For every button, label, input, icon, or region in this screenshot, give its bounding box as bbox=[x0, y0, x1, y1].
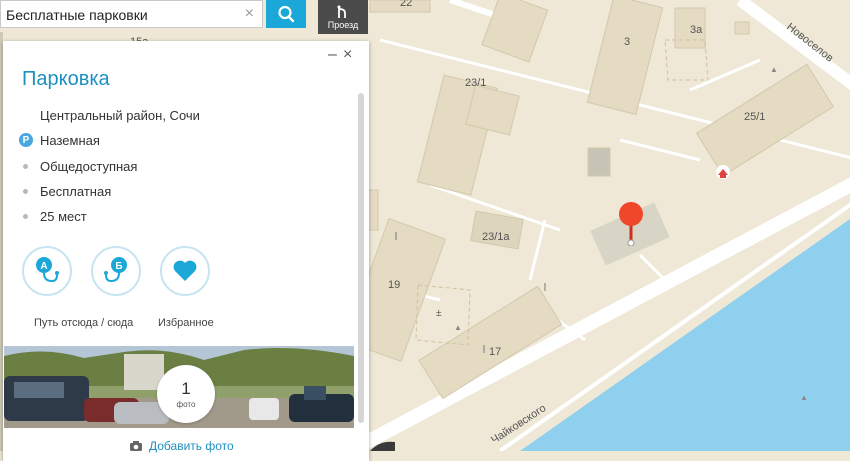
route-action-label[interactable]: Путь отсюда / сюда bbox=[34, 317, 133, 329]
point-a-icon: А bbox=[36, 257, 59, 283]
location-pin-icon[interactable] bbox=[615, 200, 647, 246]
map-building-number: 17 bbox=[489, 346, 501, 358]
search-input[interactable] bbox=[6, 5, 236, 25]
bullet-icon bbox=[23, 188, 28, 194]
beach-icon: ▲ bbox=[800, 393, 808, 402]
map-building-number: 19 bbox=[388, 279, 400, 291]
clear-search-button[interactable]: × bbox=[245, 4, 254, 24]
map-building-number: 23/1 bbox=[465, 77, 486, 89]
detail-address: Центральный район, Сочи bbox=[40, 107, 200, 123]
close-card-button[interactable]: × bbox=[343, 47, 352, 63]
minimize-card-button[interactable]: – bbox=[328, 47, 337, 63]
search-button[interactable] bbox=[266, 0, 306, 28]
favorites-action-label[interactable]: Избранное bbox=[158, 317, 214, 329]
detail-type: P Наземная bbox=[19, 131, 100, 149]
bullet-icon bbox=[23, 163, 28, 169]
route-icon bbox=[337, 5, 346, 18]
point-b-icon: Б bbox=[104, 257, 127, 283]
search-bar: × bbox=[0, 0, 263, 28]
parking-icon: P bbox=[19, 133, 33, 147]
search-icon bbox=[278, 5, 295, 23]
detail-capacity: 25 мест bbox=[22, 207, 87, 225]
route-from-here-button[interactable]: А bbox=[22, 246, 72, 296]
place-title: Парковка bbox=[22, 68, 110, 90]
monument-icon: ± bbox=[436, 308, 442, 319]
bullet-icon bbox=[23, 213, 28, 219]
map-building-number: 22 bbox=[400, 0, 412, 9]
photo-count: 1 bbox=[181, 378, 191, 398]
card-scrollbar[interactable] bbox=[358, 93, 364, 423]
photo-count-badge[interactable]: 1 фото bbox=[157, 365, 215, 423]
camera-icon bbox=[130, 441, 142, 451]
photo-count-word: фото bbox=[176, 399, 196, 409]
place-card: – × Парковка Центральный район, Сочи P Н… bbox=[3, 41, 369, 461]
map-building-number: 3 bbox=[624, 36, 630, 48]
map-building-number: 25/1 bbox=[744, 111, 765, 123]
playground-icon: ▲ bbox=[454, 323, 462, 332]
svg-text:А: А bbox=[40, 261, 47, 272]
poi-icon[interactable] bbox=[716, 165, 730, 179]
map-building-number: 23/1а bbox=[482, 231, 510, 243]
route-button-label: Проезд bbox=[327, 19, 359, 30]
route-to-here-button[interactable]: Б bbox=[91, 246, 141, 296]
add-to-favorites-button[interactable] bbox=[160, 246, 210, 296]
route-button[interactable]: Проезд bbox=[318, 0, 368, 34]
detail-access: Общедоступная bbox=[22, 157, 137, 175]
playground-icon: ▲ bbox=[770, 65, 778, 74]
svg-text:Б: Б bbox=[115, 261, 122, 272]
detail-price: Бесплатная bbox=[22, 182, 111, 200]
heart-icon bbox=[173, 260, 197, 281]
map-building-number: 3а bbox=[690, 24, 703, 36]
